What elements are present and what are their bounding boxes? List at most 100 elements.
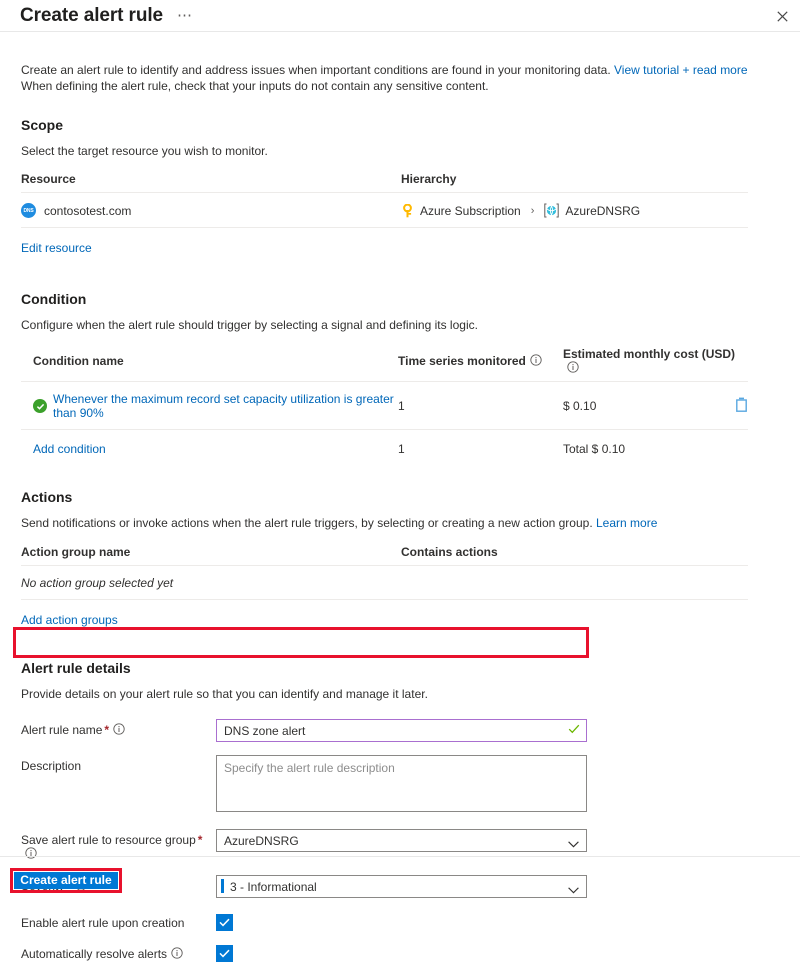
field-row-alert-rule-name: Alert rule name * — [21, 719, 587, 742]
actions-description-wrap: Send notifications or invoke actions whe… — [0, 516, 800, 530]
scope-table: Resource Hierarchy DNS contosotest.com A… — [21, 172, 748, 228]
resource-group-field-wrap — [216, 829, 587, 852]
actions-section-header: Actions — [0, 489, 800, 505]
alert-rule-name-label: Alert rule name — [21, 723, 103, 737]
condition-col-timeseries: Time series monitored — [398, 354, 526, 368]
scope-cell-resource: DNS contosotest.com — [21, 192, 401, 228]
resource-group-icon — [544, 203, 560, 218]
scope-resource-name: contosotest.com — [44, 203, 132, 218]
intro-text: Create an alert rule to identify and add… — [0, 62, 800, 94]
condition-description: Configure when the alert rule should tri… — [21, 318, 478, 332]
green-check-icon — [33, 399, 47, 413]
condition-table-header-row: Condition name Time series monitored Est… — [21, 347, 748, 382]
condition-cell-cost: $ 0.10 — [563, 381, 713, 430]
trash-glyph — [736, 397, 747, 412]
condition-cell-delete — [713, 381, 748, 430]
create-alert-rule-button[interactable]: Create alert rule — [14, 872, 118, 889]
info-icon[interactable] — [113, 723, 125, 735]
auto-resolve-checkbox[interactable] — [216, 945, 233, 962]
info-icon[interactable] — [567, 361, 579, 373]
enable-alert-rule-field-wrap — [216, 914, 587, 931]
main-content: Create an alert rule to identify and add… — [0, 32, 800, 962]
intro-line-1: Create an alert rule to identify and add… — [21, 62, 779, 78]
actions-table: Action group name Contains actions No ac… — [21, 545, 748, 600]
actions-description: Send notifications or invoke actions whe… — [21, 516, 779, 530]
info-icon[interactable] — [171, 947, 183, 959]
actions-empty-text: No action group selected yet — [21, 565, 401, 600]
alert-rule-name-label-wrap: Alert rule name * — [21, 719, 216, 737]
scope-section-header: Scope — [0, 117, 800, 133]
condition-col-name: Condition name — [21, 347, 398, 382]
footer-divider — [0, 856, 800, 857]
details-description-wrap: Provide details on your alert rule so th… — [0, 687, 800, 701]
condition-name-link[interactable]: Whenever the maximum record set capacity… — [53, 392, 398, 420]
page-title: Create alert rule — [20, 4, 163, 26]
checkmark-glyph — [219, 918, 230, 927]
intro-line-1-text: Create an alert rule to identify and add… — [21, 63, 615, 77]
edit-resource-link[interactable]: Edit resource — [21, 241, 92, 255]
scope-table-header-row: Resource Hierarchy — [21, 172, 748, 193]
alert-rule-name-input[interactable] — [216, 719, 587, 742]
condition-total-cost: Total $ 0.10 — [563, 442, 626, 456]
condition-col-cost: Estimated monthly cost (USD) — [563, 347, 736, 361]
add-action-groups-wrap: Add action groups — [0, 613, 800, 627]
intro-line-2: When defining the alert rule, check that… — [21, 79, 489, 93]
view-tutorial-link[interactable]: View tutorial + read more — [614, 63, 748, 77]
enable-alert-rule-label: Enable alert rule upon creation — [21, 916, 185, 930]
table-row[interactable]: DNS contosotest.com Azure Subscription › — [21, 192, 748, 228]
hierarchy-separator: › — [530, 204, 535, 217]
condition-description-wrap: Configure when the alert rule should tri… — [0, 318, 800, 332]
resource-group-label: Save alert rule to resource group — [21, 833, 196, 847]
field-row-description: Description — [21, 755, 587, 815]
auto-resolve-field-wrap — [216, 945, 587, 962]
scope-cell-hierarchy: Azure Subscription › AzureDNSRG — [401, 192, 748, 228]
details-title: Alert rule details — [21, 660, 131, 676]
condition-col-cost-wrap: Estimated monthly cost (USD) — [563, 347, 748, 382]
field-row-enable-alert-rule: Enable alert rule upon creation — [21, 914, 587, 931]
scope-resource-group-name: AzureDNSRG — [565, 203, 641, 218]
scope-description-wrap: Select the target resource you wish to m… — [0, 144, 800, 158]
auto-resolve-label-wrap: Automatically resolve alerts — [21, 945, 216, 961]
description-textarea[interactable] — [216, 755, 587, 812]
condition-footer-row: Add condition 1 Total $ 0.10 — [21, 430, 748, 466]
learn-more-link[interactable]: Learn more — [596, 516, 657, 530]
close-icon[interactable] — [771, 5, 793, 27]
condition-table: Condition name Time series monitored Est… — [21, 347, 748, 465]
field-row-auto-resolve: Automatically resolve alerts — [21, 945, 587, 962]
condition-add-cell: Add condition — [21, 430, 398, 466]
trash-icon[interactable] — [735, 397, 748, 415]
condition-total-timeseries: 1 — [398, 442, 405, 456]
actions-col-contains: Contains actions — [401, 545, 748, 566]
more-options-button[interactable]: ⋯ — [177, 8, 193, 23]
description-label: Description — [21, 759, 82, 773]
close-glyph — [776, 10, 788, 22]
table-row[interactable]: Whenever the maximum record set capacity… — [21, 381, 748, 430]
resource-group-select[interactable] — [216, 829, 587, 852]
add-condition-link[interactable]: Add condition — [33, 442, 106, 456]
condition-title: Condition — [21, 291, 87, 307]
info-icon[interactable] — [25, 847, 37, 859]
scope-col-resource: Resource — [21, 172, 401, 193]
window-titlebar: Create alert rule ⋯ — [0, 0, 800, 31]
key-icon — [403, 203, 412, 217]
enable-alert-rule-checkbox[interactable] — [216, 914, 233, 931]
checkmark-glyph — [219, 949, 230, 958]
actions-title: Actions — [21, 489, 73, 505]
condition-col-timeseries-wrap: Time series monitored — [398, 347, 563, 382]
actions-description-text: Send notifications or invoke actions whe… — [21, 516, 596, 530]
required-marker: * — [197, 833, 203, 847]
auto-resolve-label: Automatically resolve alerts — [21, 947, 168, 961]
table-row: No action group selected yet — [21, 565, 748, 600]
add-action-groups-link[interactable]: Add action groups — [21, 613, 118, 627]
required-marker: * — [104, 723, 110, 737]
scope-col-hierarchy: Hierarchy — [401, 172, 748, 193]
scope-description: Select the target resource you wish to m… — [21, 144, 268, 158]
info-icon[interactable] — [530, 354, 542, 366]
dns-zone-icon: DNS — [21, 203, 36, 218]
condition-section-header: Condition — [0, 291, 800, 307]
actions-empty-contains — [401, 565, 748, 600]
scope-subscription-name: Azure Subscription — [420, 203, 521, 218]
description-field-wrap — [216, 755, 587, 815]
alert-rule-name-field-wrap — [216, 719, 587, 742]
scope-title: Scope — [21, 117, 64, 133]
